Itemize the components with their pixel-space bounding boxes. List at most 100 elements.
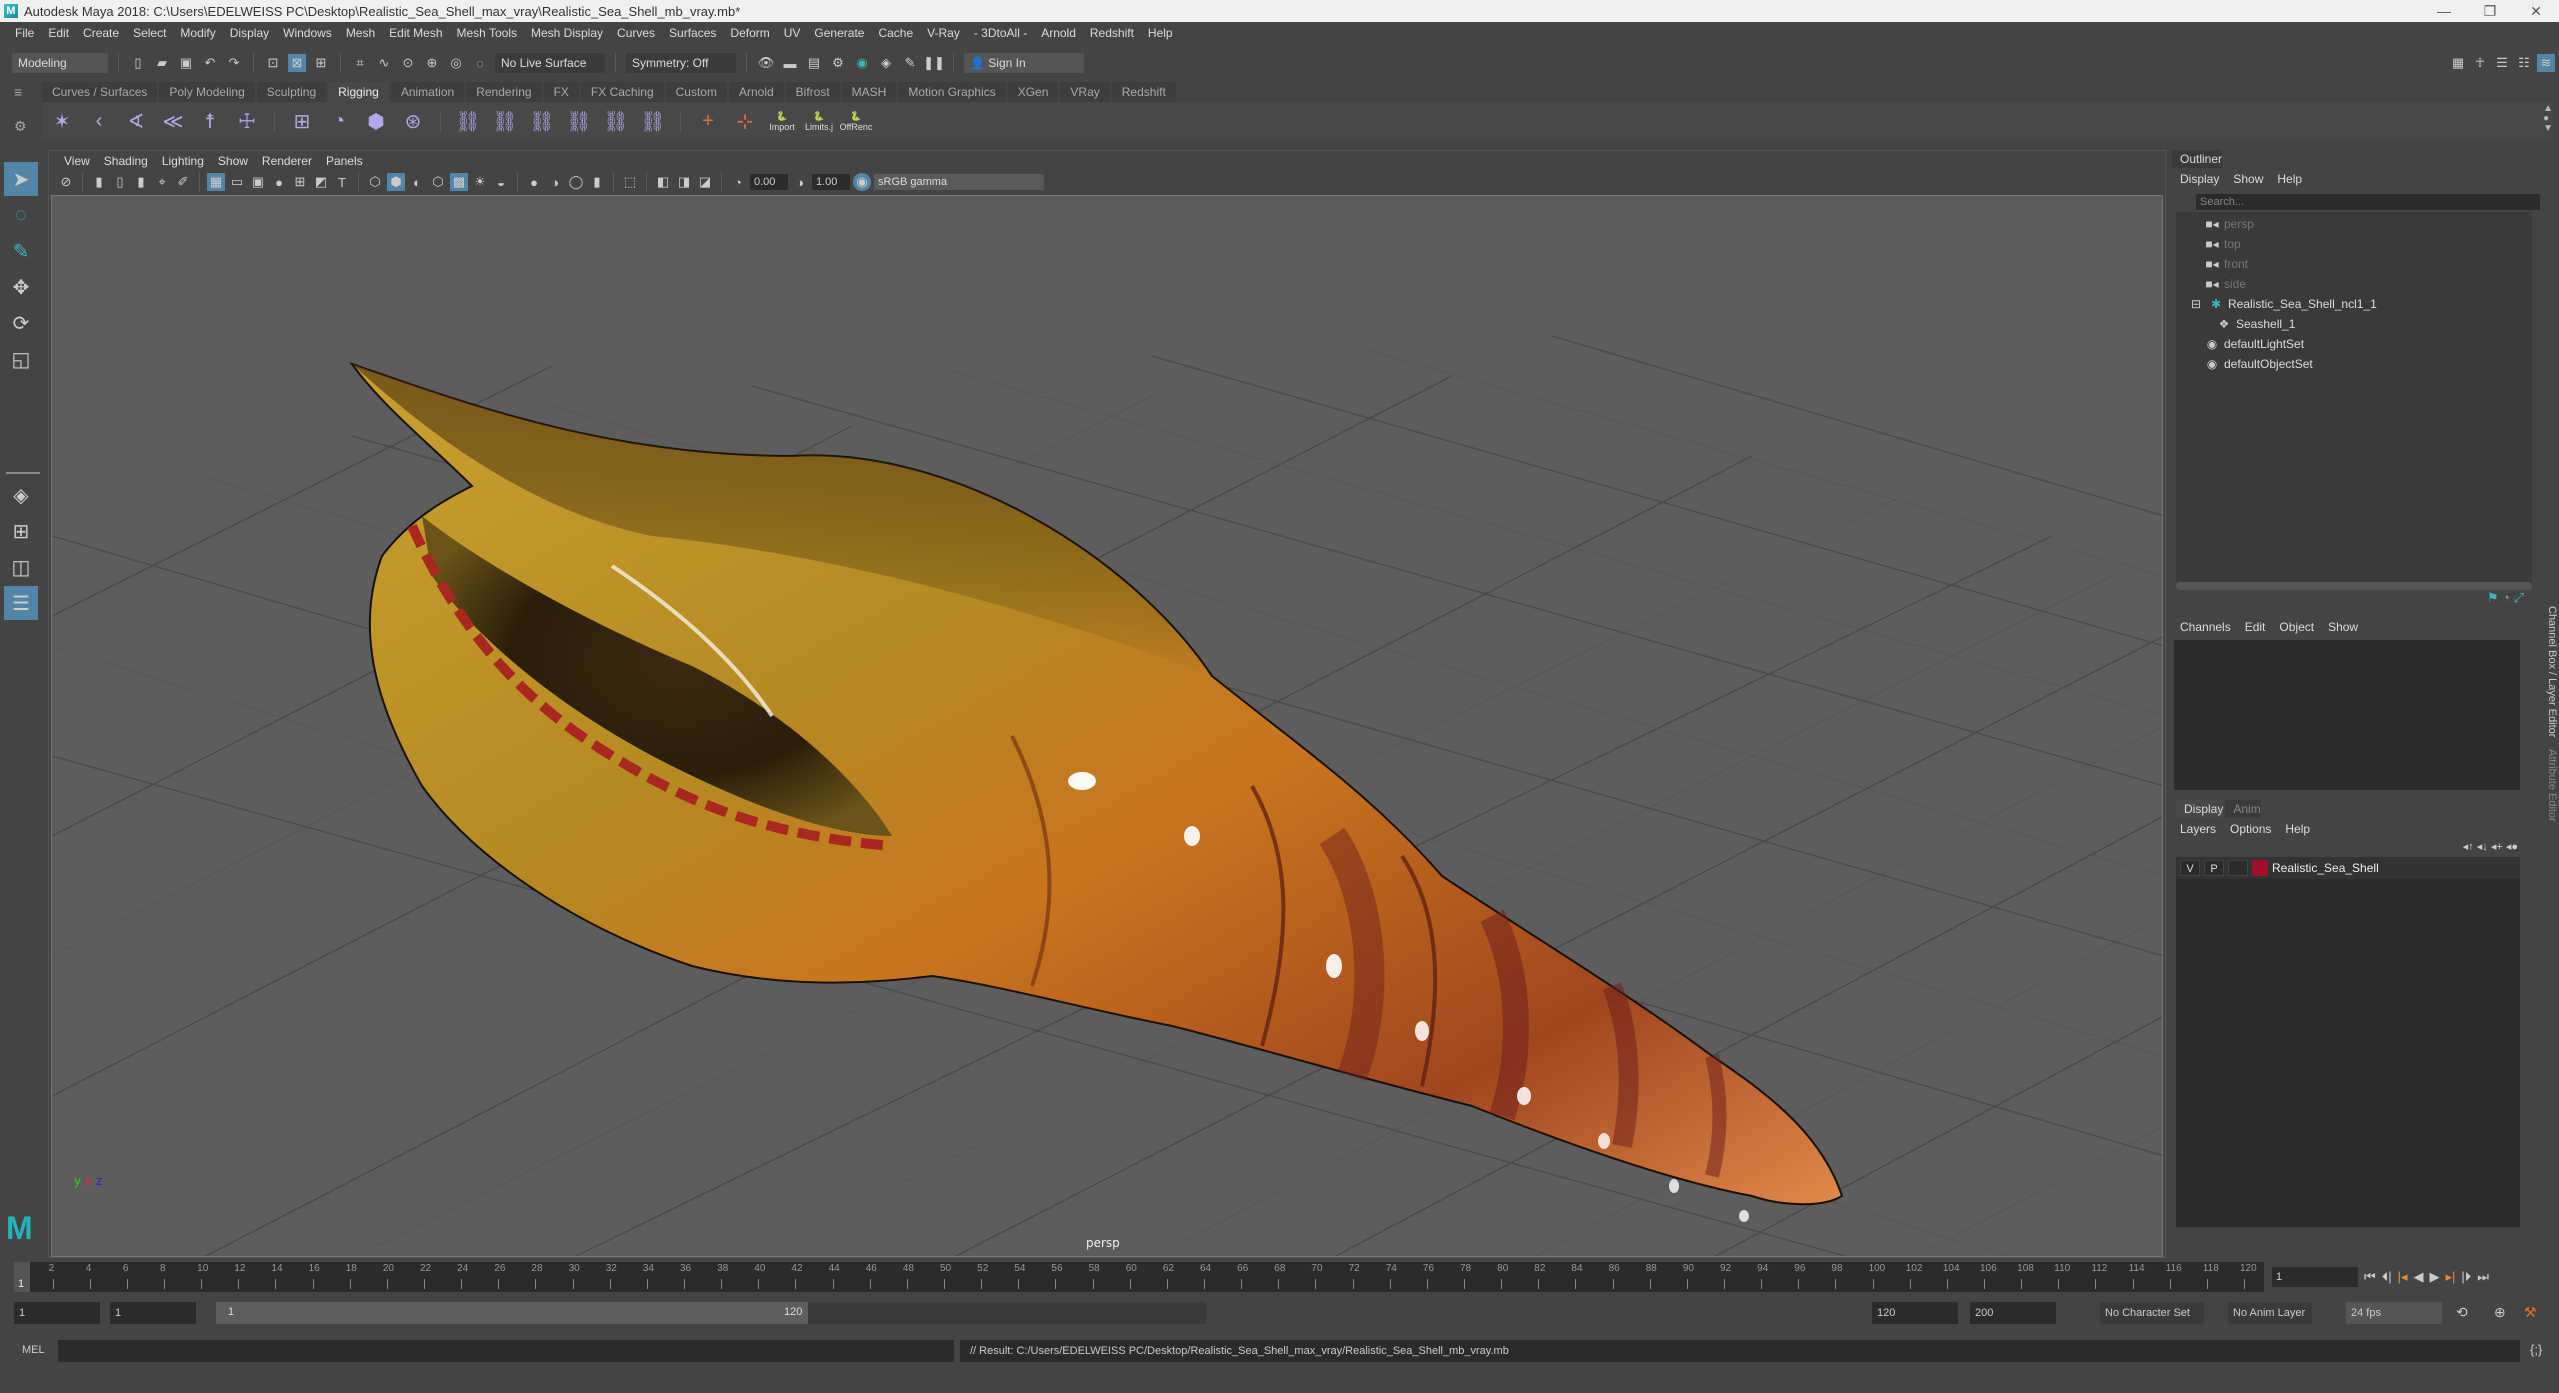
single-perspective-view-icon[interactable]: ◈ (4, 478, 38, 512)
outliner-menu-help[interactable]: Help (2277, 172, 2302, 186)
new-layer-icon[interactable]: ◂+ (2491, 841, 2503, 853)
playback-start-field[interactable]: 1 (110, 1302, 196, 1324)
modeling-toolkit-icon[interactable]: ▦ (2449, 54, 2467, 72)
snap-live-icon[interactable]: ◌ (471, 54, 489, 72)
channelbox-menu-edit[interactable]: Edit (2245, 620, 2266, 634)
playback-end-field[interactable]: 120 (1872, 1302, 1958, 1324)
insert-joint-icon[interactable]: ‹ (85, 107, 113, 135)
minimize-button[interactable]: — (2421, 0, 2467, 22)
channelbox-menu-channels[interactable]: Channels (2180, 620, 2231, 634)
four-view-icon[interactable]: ⊞ (4, 514, 38, 548)
shelf-tab-rigging[interactable]: Rigging (328, 82, 389, 102)
menu-file[interactable]: File (8, 26, 41, 40)
menu-select[interactable]: Select (126, 26, 173, 40)
ipr-render-icon[interactable]: ▤ (805, 54, 823, 72)
scale-tool-icon[interactable]: ◱ (4, 342, 38, 376)
point-constraint-icon[interactable]: ⛓ (491, 107, 519, 135)
orient-constraint-icon[interactable]: ⛓ (528, 107, 556, 135)
channelbox-menu-show[interactable]: Show (2328, 620, 2358, 634)
use-lights-icon[interactable]: ☀ (471, 173, 489, 191)
move-layer-down-icon[interactable]: ◂↓ (2477, 841, 2488, 853)
gamma-field[interactable]: 1.00 (812, 174, 850, 190)
layer-row[interactable]: V P Realistic_Sea_Shell (2176, 857, 2520, 879)
screen-space-ao-icon[interactable]: ● (525, 173, 543, 191)
python-limits-button[interactable]: 🐍 Limits.j (805, 107, 833, 135)
fps-dropdown[interactable]: 24 fps (2346, 1302, 2442, 1324)
script-editor-icon[interactable]: {;} (2530, 1342, 2542, 1357)
resolution-gate-icon[interactable]: ▣ (249, 173, 267, 191)
undo-icon[interactable]: ↶ (201, 54, 219, 72)
2d-pan-zoom-icon[interactable]: ⌖ (153, 173, 171, 191)
camera-attributes-icon[interactable]: ▮ (90, 173, 108, 191)
outliner-item[interactable]: ■◂ top (2176, 234, 2532, 254)
shelf-tab-arnold[interactable]: Arnold (728, 82, 784, 102)
menu-display[interactable]: Display (223, 26, 276, 40)
shelf-tab-fx[interactable]: FX (543, 82, 579, 102)
persp-outliner-icon[interactable]: ◫ (4, 550, 38, 584)
hypershade-icon[interactable]: ◉ (853, 54, 871, 72)
outliner-item[interactable]: ⊟ ✱ Realistic_Sea_Shell_ncl1_1 (2176, 294, 2532, 314)
select-object-icon[interactable]: ⊠ (288, 54, 306, 72)
exposure-icon[interactable]: ◔ (729, 173, 747, 191)
open-scene-icon[interactable]: ▰ (153, 54, 171, 72)
create-joints-icon[interactable]: ✶ (48, 107, 76, 135)
tool-settings-icon[interactable]: ☷ (2515, 54, 2533, 72)
character-controls-icon[interactable]: ☥ (2471, 54, 2489, 72)
mode-dropdown[interactable]: Modeling (12, 53, 108, 73)
current-frame-marker[interactable]: 1 (14, 1262, 30, 1292)
step-forward-frame-icon[interactable]: |⏵ (2461, 1269, 2471, 1285)
cluster-icon[interactable]: ⊛ (399, 107, 427, 135)
color-space-dropdown[interactable]: sRGB gamma (874, 174, 1044, 190)
snap-point-icon[interactable]: ⊙ (399, 54, 417, 72)
vp-menu-renderer[interactable]: Renderer (255, 154, 319, 168)
maximize-button[interactable]: ❐ (2467, 0, 2513, 22)
snap-curve-icon[interactable]: ∿ (375, 54, 393, 72)
menu-deform[interactable]: Deform (723, 26, 776, 40)
shelf-settings-icon[interactable]: ⚙ (14, 118, 27, 135)
attribute-editor-icon[interactable]: ☰ (2493, 54, 2511, 72)
shelf-tab-custom[interactable]: Custom (665, 82, 727, 102)
channel-box-icon[interactable]: ≋ (2537, 54, 2555, 72)
play-forwards-icon[interactable]: ▶ (2430, 1269, 2440, 1285)
quick-rig-icon[interactable]: ☨ (196, 107, 224, 135)
layer-menu-help[interactable]: Help (2285, 822, 2310, 836)
snap-surface-icon[interactable]: ◎ (447, 54, 465, 72)
wireframe-on-shaded-icon[interactable]: ⬡ (429, 173, 447, 191)
isolate-select-icon[interactable]: ⬚ (621, 173, 639, 191)
outliner-search-input[interactable]: Search... (2196, 194, 2540, 210)
field-chart-icon[interactable]: ⊞ (291, 173, 309, 191)
menu-mesh-tools[interactable]: Mesh Tools (450, 26, 524, 40)
menu-create[interactable]: Create (76, 26, 126, 40)
parent-constraint-icon[interactable]: ⛓ (454, 107, 482, 135)
save-scene-icon[interactable]: ▣ (177, 54, 195, 72)
textured-icon[interactable]: ▩ (450, 173, 468, 191)
new-scene-icon[interactable]: ▯ (129, 54, 147, 72)
slow-icon[interactable]: ⤢ (2514, 590, 2524, 605)
layer-display-type-toggle[interactable] (2228, 860, 2248, 876)
range-slider-fill[interactable] (216, 1302, 808, 1324)
xray-icon[interactable]: ◧ (654, 173, 672, 191)
image-plane-icon[interactable]: ▮ (132, 173, 150, 191)
light-editor-icon[interactable]: ✎ (901, 54, 919, 72)
shelf-tab-mash[interactable]: MASH (841, 82, 897, 102)
select-camera-icon[interactable]: ⊘ (57, 173, 75, 191)
close-button[interactable]: ✕ (2513, 0, 2559, 22)
sidetab-attribute-editor[interactable]: Attribute Editor (2546, 743, 2558, 828)
outliner-item[interactable]: ◉ defaultObjectSet (2176, 354, 2532, 374)
redo-icon[interactable]: ↷ (225, 54, 243, 72)
vp-menu-panels[interactable]: Panels (319, 154, 370, 168)
layer-menu-layers[interactable]: Layers (2180, 822, 2216, 836)
humanik-icon[interactable]: ☩ (233, 107, 261, 135)
gamma-icon[interactable]: ◑ (791, 173, 809, 191)
shelf-tab-poly-modeling[interactable]: Poly Modeling (159, 82, 255, 102)
xray-joints-icon[interactable]: ◨ (675, 173, 693, 191)
move-layer-up-icon[interactable]: ◂↑ (2463, 841, 2474, 853)
outliner-horizontal-scrollbar[interactable] (2176, 582, 2532, 590)
layer-playback-toggle[interactable]: P (2204, 860, 2224, 876)
animation-end-field[interactable]: 200 (1970, 1302, 2056, 1324)
range-slider[interactable]: 1 120 (216, 1302, 1206, 1324)
shelf-tab-bifrost[interactable]: Bifrost (785, 82, 840, 102)
depth-of-field-icon[interactable]: ▮ (588, 173, 606, 191)
snap-view-icon[interactable]: ⊕ (423, 54, 441, 72)
bookmarks-icon[interactable]: ▯ (111, 173, 129, 191)
